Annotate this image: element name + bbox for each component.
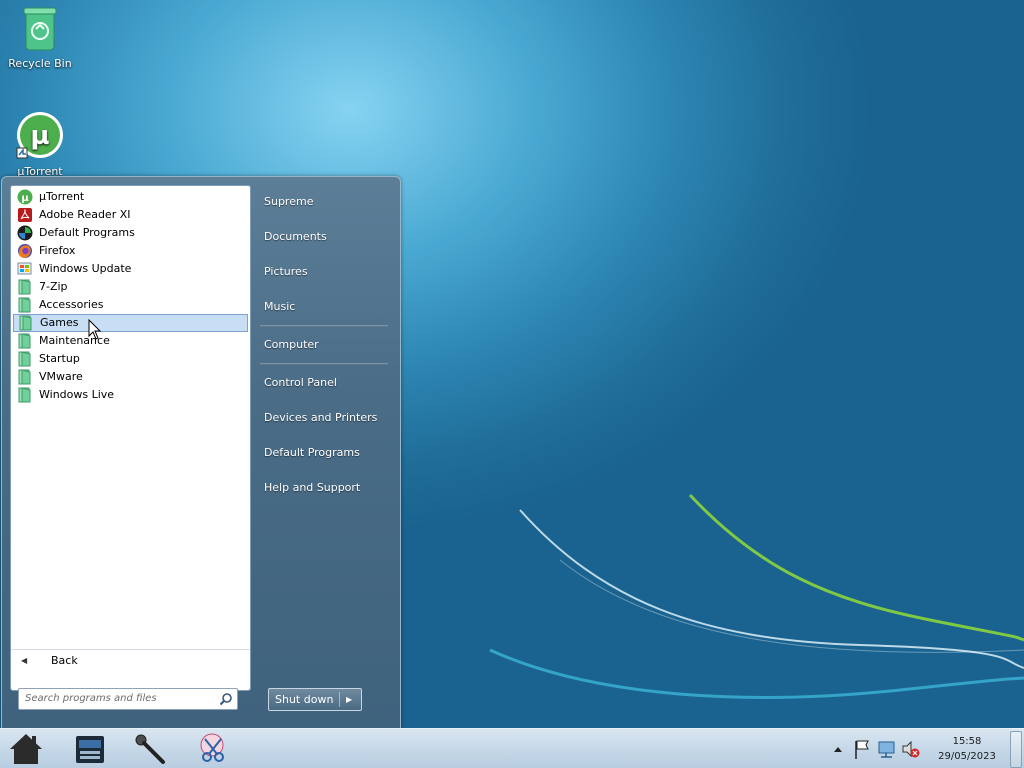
program-label: Default Programs (39, 226, 135, 239)
programs-list: µ µTorrent Adobe Reader XI Default Progr… (11, 188, 250, 404)
adobe-reader-icon (18, 208, 32, 222)
program-item-startup[interactable]: Startup (13, 350, 248, 368)
folder-icon (19, 315, 32, 331)
right-item-control-panel[interactable]: Control Panel (264, 376, 337, 389)
right-item-documents[interactable]: Documents (264, 230, 327, 243)
right-item-default-programs[interactable]: Default Programs (264, 446, 360, 459)
windows-update-icon (17, 262, 32, 275)
programs-pane: µ µTorrent Adobe Reader XI Default Progr… (10, 185, 251, 691)
back-button[interactable]: ◀ Back (11, 649, 250, 672)
shutdown-label: Shut down (275, 693, 334, 706)
start-search-box (18, 688, 238, 710)
volume-muted-icon[interactable] (901, 729, 921, 768)
right-item-supreme[interactable]: Supreme (264, 195, 313, 208)
snipping-tool-icon (200, 733, 224, 762)
program-label: VMware (39, 370, 83, 383)
svg-text:µ: µ (30, 121, 49, 151)
program-label: Games (40, 316, 79, 329)
program-item-maintenance[interactable]: Maintenance (13, 332, 248, 350)
menu-separator (260, 363, 388, 365)
program-item-utorrent[interactable]: µ µTorrent (13, 188, 248, 206)
search-icon[interactable] (219, 692, 233, 706)
program-label: Accessories (39, 298, 104, 311)
program-label: Adobe Reader XI (39, 208, 131, 221)
program-label: Windows Live (39, 388, 115, 401)
show-hidden-icons-icon[interactable] (832, 729, 844, 768)
right-item-computer[interactable]: Computer (264, 338, 319, 351)
program-item-windows-update[interactable]: Windows Update (13, 260, 248, 278)
right-item-devices-printers[interactable]: Devices and Printers (264, 411, 377, 424)
recycle-bin-icon (23, 7, 57, 51)
menu-separator (260, 325, 388, 327)
right-item-music[interactable]: Music (264, 300, 295, 313)
action-center-flag-icon[interactable] (853, 729, 871, 768)
search-input[interactable] (19, 689, 213, 707)
program-item-accessories[interactable]: Accessories (13, 296, 248, 314)
network-icon[interactable] (877, 729, 897, 768)
program-item-adobe-reader[interactable]: Adobe Reader XI (13, 206, 248, 224)
program-item-7zip[interactable]: 7-Zip (13, 278, 248, 296)
svg-text:µ: µ (21, 193, 29, 204)
show-desktop-button[interactable] (1010, 731, 1022, 768)
shutdown-button[interactable]: Shut down ▶ (268, 688, 362, 711)
shutdown-divider (339, 692, 340, 707)
start-button[interactable] (6, 731, 46, 767)
taskbar: 15:58 29/05/2023 (0, 728, 1024, 768)
program-label: Firefox (39, 244, 76, 257)
program-item-default-programs[interactable]: Default Programs (13, 224, 248, 242)
program-item-games[interactable]: Games (13, 314, 248, 332)
right-item-pictures[interactable]: Pictures (264, 265, 308, 278)
right-item-help-support[interactable]: Help and Support (264, 481, 360, 494)
program-label: 7-Zip (39, 280, 68, 293)
home-icon (10, 734, 42, 764)
program-label: Startup (39, 352, 80, 365)
default-programs-icon (17, 225, 33, 241)
taskbar-clock[interactable]: 15:58 29/05/2023 (930, 734, 1004, 764)
firefox-icon (18, 244, 32, 258)
folder-icon (18, 333, 31, 349)
desktop-icon-label: Recycle Bin (8, 57, 72, 70)
desktop-icon-recycle-bin[interactable]: Recycle Bin (0, 6, 80, 70)
program-item-firefox[interactable]: Firefox (13, 242, 248, 260)
start-menu: µ µTorrent Adobe Reader XI Default Progr… (1, 176, 401, 729)
back-label: Back (51, 654, 78, 667)
shutdown-options-arrow-icon[interactable]: ▶ (346, 689, 352, 710)
folder-icon (18, 297, 31, 313)
microphone-icon (135, 734, 165, 764)
taskbar-file-manager[interactable] (70, 731, 110, 767)
clock-time: 15:58 (952, 736, 982, 747)
folder-icon (18, 387, 31, 403)
utorrent-icon: µ (17, 189, 33, 205)
clock-date: 29/05/2023 (938, 751, 996, 762)
file-manager-icon (76, 736, 104, 763)
program-item-windows-live[interactable]: Windows Live (13, 386, 248, 404)
folder-icon (18, 369, 31, 385)
back-arrow-icon: ◀ (21, 656, 28, 665)
desktop-icon-utorrent[interactable]: µ µTorrent (0, 110, 80, 178)
taskbar-microphone[interactable] (130, 731, 170, 767)
folder-icon (18, 279, 31, 295)
taskbar-snipping-tool[interactable] (194, 731, 234, 767)
mouse-cursor-icon (88, 319, 102, 340)
program-label: µTorrent (39, 190, 85, 203)
folder-icon (18, 351, 31, 367)
utorrent-icon: µ (16, 112, 63, 159)
program-label: Windows Update (39, 262, 132, 275)
program-item-vmware[interactable]: VMware (13, 368, 248, 386)
